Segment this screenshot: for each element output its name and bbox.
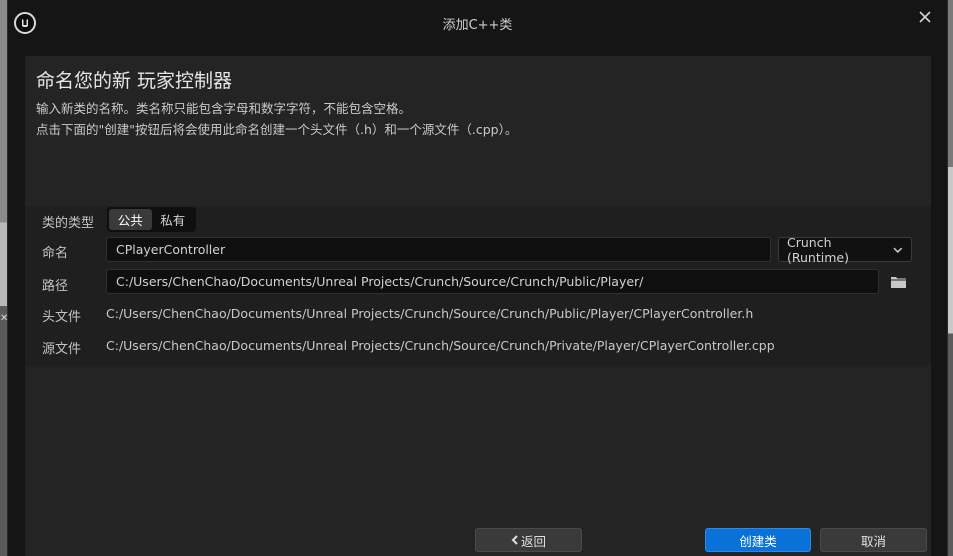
source-file-label: 源文件 [42, 342, 82, 357]
cancel-button[interactable]: 取消 [820, 528, 927, 552]
module-dropdown-value: Crunch (Runtime) [787, 234, 849, 265]
close-icon[interactable] [917, 9, 933, 25]
class-type-public-option[interactable]: 公共 [109, 209, 152, 230]
description-line-1: 输入新类的名称。类名称只能包含字母和数字字符，不能包含空格。 [36, 101, 412, 116]
chevron-down-icon [893, 247, 903, 253]
module-dropdown[interactable]: Crunch (Runtime) [778, 234, 912, 265]
path-label: 路径 [42, 279, 69, 294]
create-class-button[interactable]: 创建类 [705, 528, 811, 552]
page-title: 命名您的新 玩家控制器 [36, 70, 233, 92]
source-file-path: C:/Users/ChenChao/Documents/Unreal Proje… [106, 338, 775, 353]
path-input[interactable]: C:/Users/ChenChao/Documents/Unreal Proje… [106, 269, 879, 294]
class-type-toggle: 公共 私有 [107, 207, 196, 232]
back-button-label: 返回 [520, 533, 546, 549]
chevron-left-icon [511, 535, 518, 545]
description-line-2: 点击下面的"创建"按钮后将会使用此命名创建一个头文件（.h）和一个源文件（.cp… [36, 122, 518, 137]
class-name-input[interactable]: CPlayerController [106, 237, 771, 262]
name-label: 命名 [42, 246, 69, 261]
header-file-label: 头文件 [42, 310, 82, 325]
header-file-path: C:/Users/ChenChao/Documents/Unreal Proje… [106, 306, 754, 321]
title-bar: 添加C++类 [8, 0, 947, 44]
class-type-label: 类的类型 [42, 216, 95, 231]
add-cpp-class-dialog: 添加C++类 命名您的新 玩家控制器 输入新类的名称。类名称只能包含字母和数字字… [7, 0, 948, 556]
window-title: 添加C++类 [442, 18, 513, 33]
content-panel: 命名您的新 玩家控制器 输入新类的名称。类名称只能包含字母和数字字符，不能包含空… [25, 56, 931, 556]
class-type-private-option[interactable]: 私有 [152, 209, 195, 230]
back-button[interactable]: 返回 [475, 528, 582, 552]
folder-icon[interactable] [890, 275, 907, 289]
